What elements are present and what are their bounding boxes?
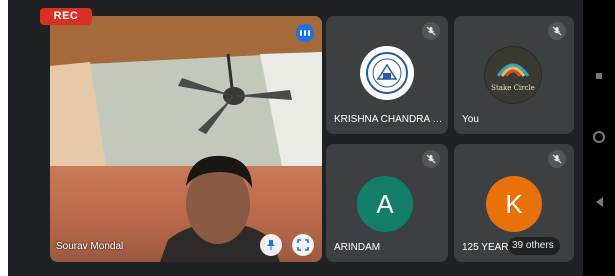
others-count-chip[interactable]: 39 others: [508, 237, 560, 255]
participant-name: ARINDAM: [334, 242, 381, 253]
system-navigation-bar: [583, 0, 615, 276]
participant-name: KRISHNA CHANDRA C...: [334, 114, 446, 125]
avatar: A: [357, 176, 413, 232]
logo-text: Stake Circle: [491, 84, 535, 92]
mic-off-icon: [548, 22, 566, 40]
stake-circle-logo: Stake Circle: [484, 46, 542, 104]
home-icon[interactable]: [583, 130, 615, 148]
fullscreen-icon[interactable]: [292, 234, 314, 256]
mic-off-icon: [422, 22, 440, 40]
main-speaker-tile[interactable]: Sourav Mondal: [50, 16, 322, 262]
pin-icon[interactable]: [260, 234, 282, 256]
ceiling-fan-background: [50, 16, 322, 166]
participant-name: You: [462, 114, 479, 125]
participant-tile[interactable]: A ARINDAM: [326, 144, 448, 262]
participant-tile[interactable]: KRISHNA CHANDRA C...: [326, 16, 448, 134]
speaking-indicator-icon: [296, 24, 314, 42]
mic-off-icon: [548, 150, 566, 168]
avatar: K: [486, 176, 542, 232]
participant-name: Sourav Mondal: [56, 241, 124, 252]
screen-left-edge: [0, 0, 8, 276]
recents-icon[interactable]: [583, 66, 615, 84]
school-logo: [360, 46, 414, 100]
participant-tile-self[interactable]: Stake Circle You: [454, 16, 574, 134]
recording-badge: REC: [40, 8, 92, 25]
mic-off-icon: [422, 150, 440, 168]
back-icon[interactable]: [583, 194, 615, 212]
